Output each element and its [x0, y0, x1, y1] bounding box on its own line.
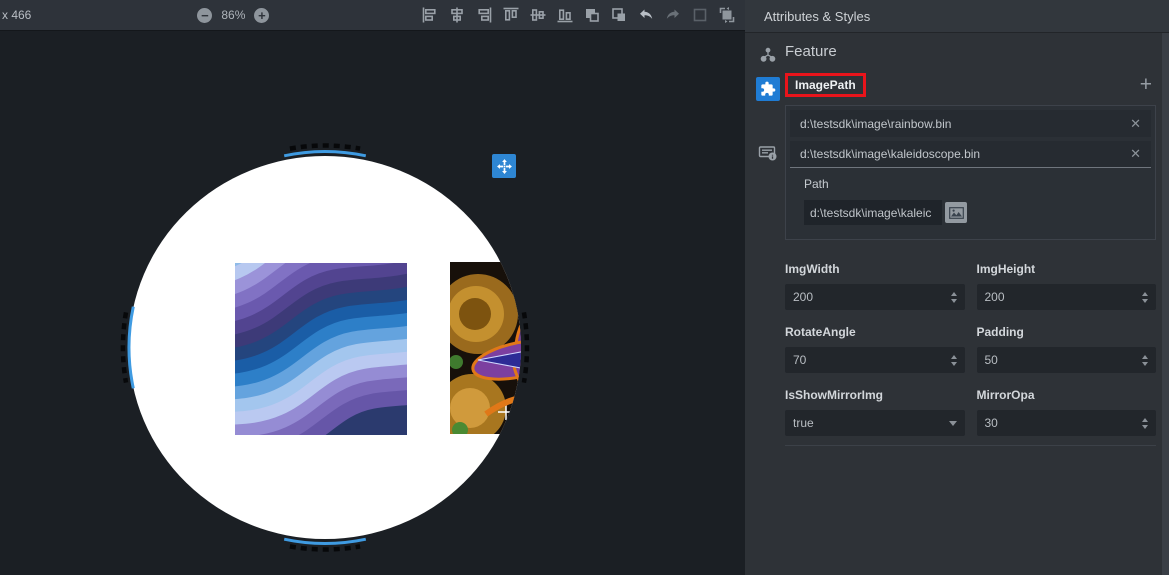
bring-forward-icon[interactable]: [583, 6, 601, 24]
imagepath-label: ImagePath: [785, 73, 866, 97]
mirroropa-input[interactable]: 30: [977, 410, 1157, 436]
zoom-controls: − 86% +: [197, 8, 269, 23]
imagepath-item-kaleidoscope[interactable]: d:\testsdk\image\kaleidoscope.bin ✕: [790, 141, 1151, 168]
zoom-in-button[interactable]: +: [254, 8, 269, 23]
chevron-down-icon[interactable]: [949, 421, 957, 426]
info-panel-icon: [758, 144, 778, 162]
imagepath-item-text: d:\testsdk\image\kaleidoscope.bin: [800, 147, 1130, 161]
undo-icon[interactable]: [637, 6, 655, 24]
align-top-icon[interactable]: [502, 6, 520, 24]
zoom-level: 86%: [221, 8, 245, 22]
path-field-label: Path: [804, 177, 1139, 191]
move-handle[interactable]: [492, 154, 516, 178]
design-canvas[interactable]: x 466 − 86% +: [0, 0, 745, 575]
remove-item-icon[interactable]: ✕: [1130, 116, 1141, 132]
redo-icon[interactable]: [664, 6, 682, 24]
field-isshowmirrorimg: IsShowMirrorImg true: [785, 388, 965, 436]
transform-icon[interactable]: [718, 6, 736, 24]
field-imgwidth: ImgWidth 200: [785, 262, 965, 310]
stepper-icon[interactable]: [1142, 355, 1148, 366]
imagepath-list: d:\testsdk\image\rainbow.bin ✕ d:\testsd…: [785, 105, 1156, 240]
canvas-toolbar: x 466 − 86% +: [0, 0, 745, 31]
section-title: Feature: [785, 43, 1156, 60]
imagepath-item-rainbow[interactable]: d:\testsdk\image\rainbow.bin ✕: [790, 110, 1151, 137]
imagepath-detail: Path d:\testsdk\image\kaleic: [790, 168, 1151, 239]
stepper-icon[interactable]: [951, 355, 957, 366]
hierarchy-icon: [759, 46, 777, 64]
field-imgheight: ImgHeight 200: [977, 262, 1157, 310]
image-picker-icon: [949, 207, 964, 219]
panel-scrollbar[interactable]: [1162, 33, 1169, 575]
field-padding: Padding 50: [977, 325, 1157, 373]
zoom-out-button[interactable]: −: [197, 8, 212, 23]
imgheight-input[interactable]: 200: [977, 284, 1157, 310]
marquee-icon[interactable]: [691, 6, 709, 24]
circle-widget[interactable]: [129, 156, 521, 539]
alignment-toolbar: [421, 6, 736, 24]
align-bottom-icon[interactable]: [556, 6, 574, 24]
align-middle-vertical-icon[interactable]: [529, 6, 547, 24]
stepper-icon[interactable]: [1142, 292, 1148, 303]
stepper-icon[interactable]: [951, 292, 957, 303]
canvas-size-label: x 466: [2, 8, 31, 22]
isshowmirrorimg-select[interactable]: true: [785, 410, 965, 436]
imgwidth-input[interactable]: 200: [785, 284, 965, 310]
panel-title: Attributes & Styles: [745, 0, 1169, 33]
component-nav-button[interactable]: [756, 77, 780, 101]
component-icon: [760, 81, 776, 97]
send-backward-icon[interactable]: [610, 6, 628, 24]
imagepath-item-text: d:\testsdk\image\rainbow.bin: [800, 117, 1130, 131]
padding-input[interactable]: 50: [977, 347, 1157, 373]
field-rotateangle: RotateAngle 70: [785, 325, 965, 373]
path-input[interactable]: d:\testsdk\image\kaleic: [804, 200, 942, 225]
add-imagepath-button[interactable]: +: [1140, 76, 1152, 94]
align-right-icon[interactable]: [475, 6, 493, 24]
align-center-horizontal-icon[interactable]: [448, 6, 466, 24]
divider: [785, 445, 1156, 446]
info-nav-button[interactable]: [756, 141, 780, 165]
rainbow-image[interactable]: [235, 263, 407, 435]
kaleidoscope-image[interactable]: [450, 262, 521, 434]
align-left-icon[interactable]: [421, 6, 439, 24]
image-picker-button[interactable]: [945, 202, 967, 223]
property-fields: ImgWidth 200 ImgHeight 200 RotateAngle: [785, 262, 1156, 436]
panel-nav-strip: [753, 33, 783, 575]
field-mirroropa: MirrorOpa 30: [977, 388, 1157, 436]
attributes-panel: Attributes & Styles: [745, 0, 1169, 575]
hierarchy-nav-button[interactable]: [756, 43, 780, 67]
remove-item-icon[interactable]: ✕: [1130, 146, 1141, 162]
rotateangle-input[interactable]: 70: [785, 347, 965, 373]
move-arrows-icon: [496, 158, 513, 175]
stepper-icon[interactable]: [1142, 418, 1148, 429]
